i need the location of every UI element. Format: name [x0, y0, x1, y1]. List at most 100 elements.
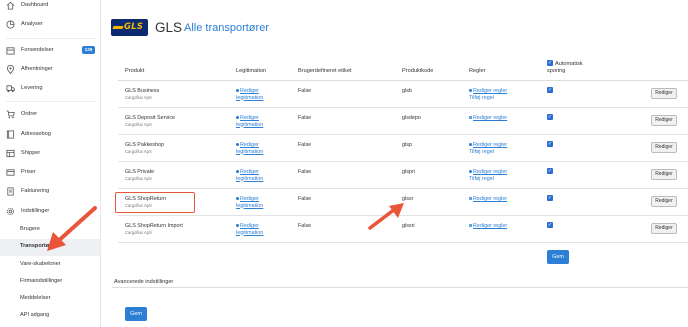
edit-rules-link[interactable]: Rediger regler: [473, 88, 507, 94]
sidebar-item-shipper[interactable]: Shipper: [0, 146, 100, 162]
pin-icon: [6, 65, 15, 74]
edit-rules-link[interactable]: Rediger regler: [473, 169, 507, 175]
truck-icon: [6, 85, 15, 93]
edit-credentials-link[interactable]: Rediger: [240, 169, 259, 175]
rules-cell: Rediger regler Tilføj regel: [469, 142, 507, 155]
edit-credentials-link[interactable]: Rediger: [240, 196, 259, 202]
tracking-checkbox[interactable]: ✓: [547, 168, 553, 174]
sidebar-item-priser[interactable]: Priser: [0, 165, 100, 181]
edit-credentials-link-line2[interactable]: legitimation: [236, 149, 263, 156]
book-icon: [6, 130, 15, 139]
product-cell: GLS Business Cargoflux ApS: [125, 88, 159, 101]
legitimation-cell: Rediger legitimation: [236, 142, 263, 155]
tracking-checkbox[interactable]: ✓: [547, 87, 553, 93]
sidebar-item-levering[interactable]: Levering: [0, 81, 100, 97]
divider: [6, 38, 96, 39]
sidebar-item-afhentninger[interactable]: Afhentninger: [0, 62, 100, 78]
sidebar-item-dashboard[interactable]: Dashboard: [0, 0, 100, 14]
header-tracking-checkbox[interactable]: ✓: [547, 60, 553, 66]
sidebar-item-analyser[interactable]: Analyser: [0, 17, 100, 33]
product-code-value: glsb: [402, 88, 412, 94]
bullet-icon: [469, 197, 472, 201]
tracking-checkbox[interactable]: ✓: [547, 195, 553, 201]
table-row: [118, 108, 688, 135]
cart-icon: [6, 110, 15, 119]
add-rule-link[interactable]: Tilføj regel: [469, 149, 507, 156]
edit-rules-link[interactable]: Rediger regler: [473, 142, 507, 148]
table-row: [118, 81, 688, 108]
add-rule-link[interactable]: Tilføj regel: [469, 176, 507, 183]
rules-cell: Rediger regler Tilføj regel: [469, 88, 507, 101]
edit-button[interactable]: Rediger: [651, 169, 677, 180]
gls-logo: GLS: [111, 19, 148, 36]
product-name: GLS Deposit Service: [125, 115, 176, 121]
column-header-sporing: sporing: [547, 68, 566, 74]
edit-button[interactable]: Rediger: [651, 196, 677, 207]
product-cell: GLS Pakkeshop Cargoflux ApS: [125, 142, 164, 155]
shipper-icon: [6, 149, 15, 158]
sidebar-subitem-firmaindstillinger[interactable]: Firmaindstillinger: [0, 274, 100, 290]
edit-credentials-link-line2[interactable]: legitimation: [236, 95, 263, 102]
product-name: GLS ShopReturn Import: [125, 223, 183, 229]
divider: [6, 101, 96, 102]
edit-credentials-link[interactable]: Rediger: [240, 88, 259, 94]
edit-button[interactable]: Rediger: [651, 223, 677, 234]
product-carrier: Cargoflux ApS: [125, 148, 152, 154]
product-code-value: glsdepo: [402, 115, 421, 121]
column-header-regler: Regler: [469, 68, 486, 74]
price-icon: [6, 169, 15, 176]
edit-credentials-link-line2[interactable]: legitimation: [236, 230, 263, 237]
table-row: [118, 162, 688, 189]
sidebar-item-ordrer[interactable]: Ordrer: [0, 107, 100, 123]
bullet-icon: [236, 170, 239, 174]
bullet-icon: [469, 89, 472, 93]
table-row: [118, 135, 688, 162]
column-header-automatisk: Automatisk: [555, 61, 583, 67]
product-name: GLS Business: [125, 88, 160, 94]
edit-credentials-link[interactable]: Rediger: [240, 115, 259, 121]
edit-credentials-link-line2[interactable]: legitimation: [236, 176, 263, 183]
product-cell: GLS Deposit Service Cargoflux ApS: [125, 115, 175, 128]
product-cell: GLS Private Cargoflux ApS: [125, 169, 154, 182]
bullet-icon: [236, 116, 239, 120]
bullet-icon: [469, 143, 472, 147]
edit-credentials-link-line2[interactable]: legitimation: [236, 203, 263, 210]
edit-button[interactable]: Rediger: [651, 142, 677, 153]
sidebar-item-adressebog[interactable]: Adressebog: [0, 127, 100, 143]
rules-cell: Rediger regler: [469, 115, 507, 122]
tracking-checkbox[interactable]: ✓: [547, 141, 553, 147]
add-rule-link[interactable]: Tilføj regel: [469, 95, 507, 102]
edit-button[interactable]: Rediger: [651, 115, 677, 126]
sidebar-subitem-vare-skabeloner[interactable]: Vare-skabeloner: [0, 257, 100, 273]
logo-stripe: [112, 26, 124, 29]
custom-label-value: False: [298, 88, 312, 94]
sidebar-item-fakturering[interactable]: Fakturering: [0, 184, 100, 200]
product-code-value: glsp: [402, 142, 412, 148]
bullet-icon: [236, 89, 239, 93]
sidebar-subitem-meddelelser[interactable]: Meddelelser: [0, 291, 100, 307]
edit-rules-link[interactable]: Rediger regler: [473, 115, 507, 121]
edit-credentials-link[interactable]: Rediger: [240, 142, 259, 148]
edit-credentials-link[interactable]: Rediger: [240, 223, 259, 229]
tracking-checkbox[interactable]: ✓: [547, 114, 553, 120]
edit-rules-link[interactable]: Rediger regler: [473, 223, 507, 229]
sidebar-subitem-api-adgang[interactable]: API adgang: [0, 308, 100, 324]
product-code-value: glspri: [402, 169, 415, 175]
advanced-save-button[interactable]: Gem: [125, 307, 147, 321]
sidebar-item-forsendelser[interactable]: Forsendelser 129: [0, 43, 100, 59]
edit-button[interactable]: Rediger: [651, 88, 677, 99]
product-carrier: Cargoflux ApS: [125, 175, 152, 181]
column-header-legitimation: Legitimation: [236, 68, 267, 74]
edit-rules-link[interactable]: Rediger regler: [473, 196, 507, 202]
chart-icon: [6, 20, 15, 29]
product-name: GLS Pakkeshop: [125, 142, 164, 148]
table-save-button[interactable]: Gem: [547, 250, 569, 264]
tracking-checkbox[interactable]: ✓: [547, 222, 553, 228]
bullet-icon: [469, 224, 472, 228]
column-header-produktkode: Produktkode: [402, 68, 434, 74]
edit-credentials-link-line2[interactable]: legitimation: [236, 122, 263, 129]
rules-cell: Rediger regler: [469, 196, 507, 203]
bullet-icon: [236, 197, 239, 201]
product-carrier: Cargoflux ApS: [125, 94, 152, 100]
count-badge: 129: [82, 46, 95, 54]
